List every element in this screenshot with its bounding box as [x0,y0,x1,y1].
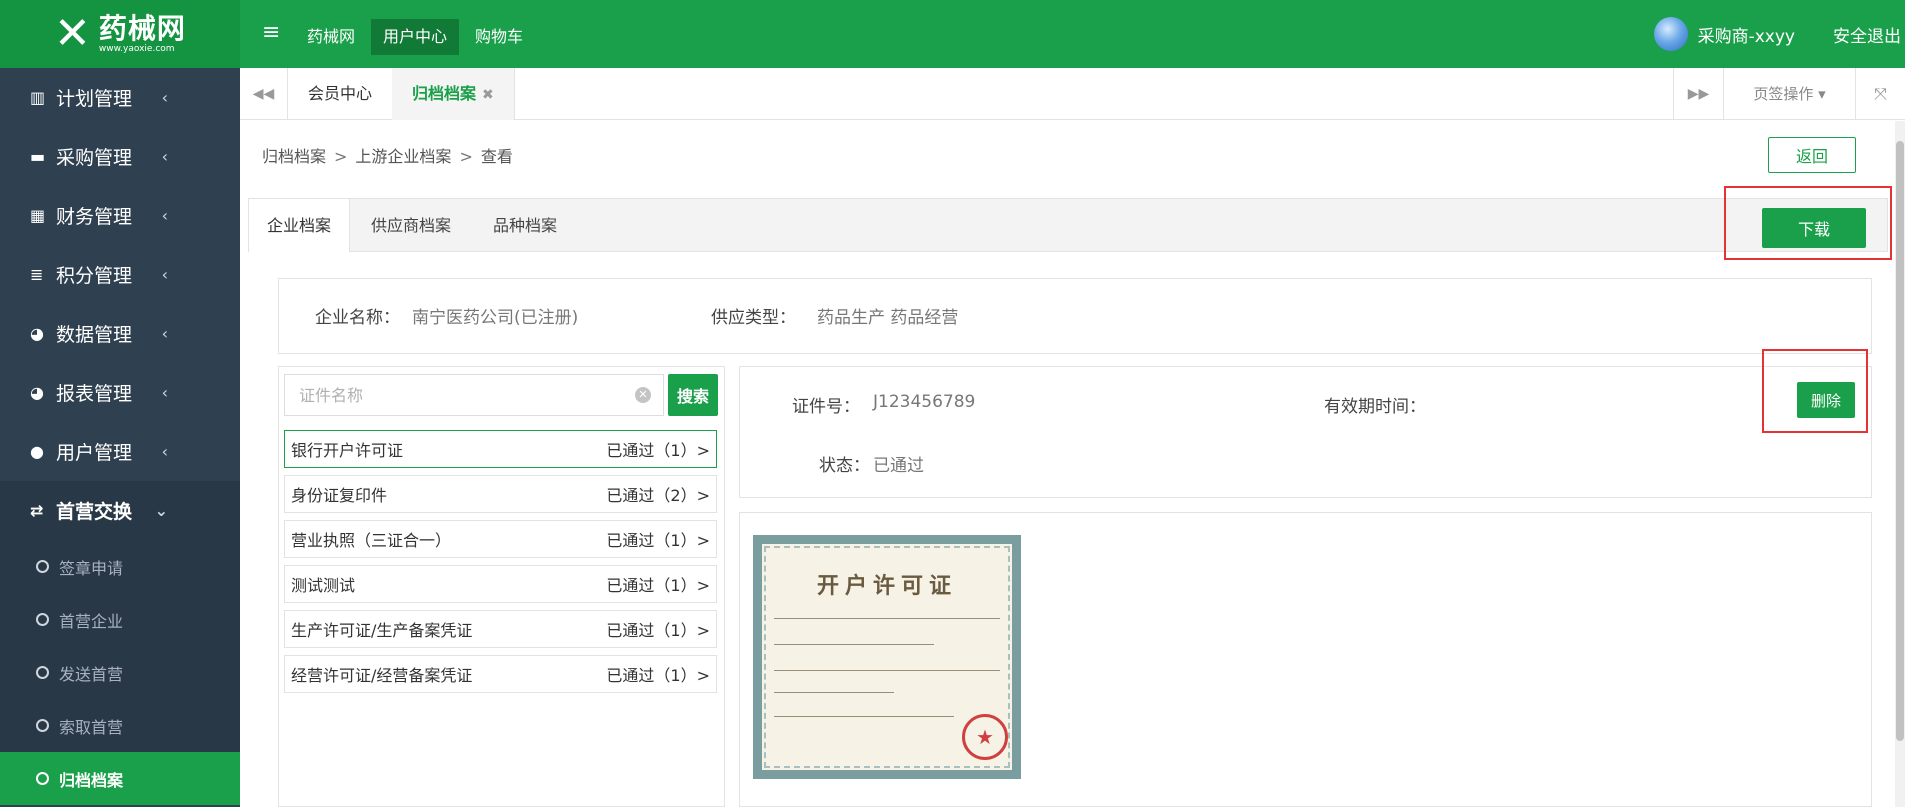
breadcrumb: 归档档案 > 上游企业档案 > 查看 [262,147,513,166]
back-button[interactable]: 返回 [1768,137,1856,173]
chevron-left-icon: ‹ [161,383,168,402]
tab-archive[interactable]: 归档档案 ✖ [392,68,515,120]
list-item[interactable]: 生产许可证/生产备案凭证 已通过（1）> [284,610,717,648]
sidebar-item-plan[interactable]: ▥ 计划管理 ‹ [0,68,240,127]
certificate-detail-panel: 证件号： J123456789 有效期时间： 状态： 已通过 [739,366,1872,498]
caret-down-icon: ▾ [1818,85,1826,103]
circle-icon [36,772,49,785]
list-item[interactable]: 营业执照（三证合一） 已通过（1）> [284,520,717,558]
circle-icon [36,560,49,573]
nav-item-home[interactable]: 药械网 [295,19,367,55]
list-item[interactable]: 经营许可证/经营备案凭证 已通过（1）> [284,655,717,693]
supply-type-label: 供应类型： [711,308,796,328]
chevron-left-icon: ‹ [161,324,168,343]
nav-item-cart[interactable]: 购物车 [463,19,535,55]
sidebar-item-purchase[interactable]: ▬ 采购管理 ‹ [0,127,240,186]
scrollbar[interactable] [1895,121,1905,807]
breadcrumb-item[interactable]: 归档档案 [262,147,326,166]
sidebar-subitem-sign[interactable]: 签章申请 [0,540,240,593]
cert-number: J123456789 [873,392,976,412]
circle-icon [36,666,49,679]
bar-chart-icon: ▥ [30,88,46,107]
content-tabs: 企业档案 供应商档案 品种档案 [248,198,1888,252]
sidebar-subitem-request[interactable]: 索取首营 [0,699,240,752]
user-area: 采购商-xxyy 安全退出 [1653,0,1905,68]
tab-operations-dropdown[interactable]: 页签操作 ▾ [1723,68,1855,120]
certificate-search-input[interactable] [285,375,615,415]
list-item[interactable]: 测试测试 已通过（1）> [284,565,717,603]
logout-link[interactable]: 安全退出 [1833,22,1901,47]
red-seal-icon: ★ [962,714,1008,760]
database-icon: ≣ [30,265,44,284]
sidebar-item-exchange[interactable]: ⇄ 首营交换 ⌄ [0,481,240,540]
clear-icon[interactable]: ✕ [635,387,651,403]
top-nav: 药械网 用户中心 购物车 [295,19,539,55]
logo[interactable]: ✕ 药械网 www.yaoxie.com [0,0,240,68]
search-button[interactable]: 搜索 [668,374,718,416]
menu-toggle-icon[interactable]: ≡ [262,22,280,44]
tab-member-center[interactable]: 会员中心 [288,68,394,120]
license-title: 开户许可证 [816,573,957,599]
user-name[interactable]: 采购商-xxyy [1698,22,1795,47]
sidebar-subitem-send[interactable]: 发送首营 [0,646,240,699]
sidebar-item-report[interactable]: ◕ 报表管理 ‹ [0,363,240,422]
double-right-arrow-icon[interactable]: ▶▶ [1673,68,1723,120]
chevron-left-icon: ‹ [161,88,168,107]
sidebar: ▥ 计划管理 ‹ ▬ 采购管理 ‹ ▦ 财务管理 ‹ ≣ 积分管理 ‹ ◕ 数据… [0,68,240,807]
logo-x-icon: ✕ [54,8,91,59]
top-bar: ✕ 药械网 www.yaoxie.com ≡ 药械网 用户中心 购物车 采购商-… [0,0,1905,68]
logo-name: 药械网 [98,12,186,45]
pie-chart-icon: ◕ [30,324,44,343]
chevron-left-icon: ‹ [161,265,168,284]
avatar[interactable] [1653,17,1688,51]
scrollbar-thumb[interactable] [1896,141,1904,741]
status-value: 已通过 [873,456,924,476]
valid-period-label: 有效期时间： [1324,397,1426,417]
double-left-arrow-icon[interactable]: ◀◀ [240,68,288,120]
sidebar-item-points[interactable]: ≣ 积分管理 ‹ [0,245,240,304]
status-label: 状态： [819,456,870,476]
chevron-left-icon: ‹ [161,206,168,225]
highlight-box [1762,349,1868,433]
sidebar-item-finance[interactable]: ▦ 财务管理 ‹ [0,186,240,245]
license-image[interactable]: 开户许可证 ★ [753,535,1021,779]
nav-item-user-center[interactable]: 用户中心 [371,19,460,55]
tab-variety-archive[interactable]: 品种档案 [475,199,575,252]
tab-supplier-archive[interactable]: 供应商档案 [353,199,469,252]
tab-company-archive[interactable]: 企业档案 [249,199,351,252]
company-name-label: 企业名称： [315,308,400,328]
page-tab-strip: ◀◀ 会员中心 归档档案 ✖ ▶▶ 页签操作 ▾ ⤧ [240,68,1905,120]
exchange-icon: ⇄ [30,501,44,520]
chevron-left-icon: ‹ [161,147,168,166]
list-item[interactable]: 银行开户许可证 已通过（1）> [284,430,717,468]
cert-number-label: 证件号： [792,397,860,417]
chevron-down-icon: ⌄ [154,501,168,520]
certificate-list: 银行开户许可证 已通过（1）> 身份证复印件 已通过（2）> 营业执照（三证合一… [284,430,717,700]
chevron-left-icon: ‹ [161,442,168,461]
sidebar-subitem-first-company[interactable]: 首营企业 [0,593,240,646]
breadcrumb-bar: 归档档案 > 上游企业档案 > 查看 返回 [240,121,1895,185]
pie-chart-icon: ◕ [30,383,44,402]
search-box: ✕ [284,374,664,416]
calculator-icon: ▦ [30,206,46,225]
breadcrumb-item[interactable]: 上游企业档案 [355,147,451,166]
company-name: 南宁医药公司(已注册) [412,308,579,328]
fullscreen-icon[interactable]: ⤧ [1855,68,1905,120]
circle-icon [36,613,49,626]
sidebar-subitem-archive[interactable]: 归档档案 [0,752,240,805]
highlight-box [1724,186,1892,260]
supply-type: 药品生产 药品经营 [817,308,959,328]
user-icon: ● [30,442,44,461]
breadcrumb-item: 查看 [480,147,513,166]
list-item[interactable]: 身份证复印件 已通过（2）> [284,475,717,513]
circle-icon [36,719,49,732]
briefcase-icon: ▬ [30,147,46,166]
company-info-panel: 企业名称： 南宁医药公司(已注册) 供应类型： 药品生产 药品经营 [278,278,1872,354]
sidebar-item-data[interactable]: ◕ 数据管理 ‹ [0,304,240,363]
close-icon[interactable]: ✖ [482,87,494,103]
logo-url: www.yaoxie.com [98,44,175,54]
sidebar-item-users[interactable]: ● 用户管理 ‹ [0,422,240,481]
